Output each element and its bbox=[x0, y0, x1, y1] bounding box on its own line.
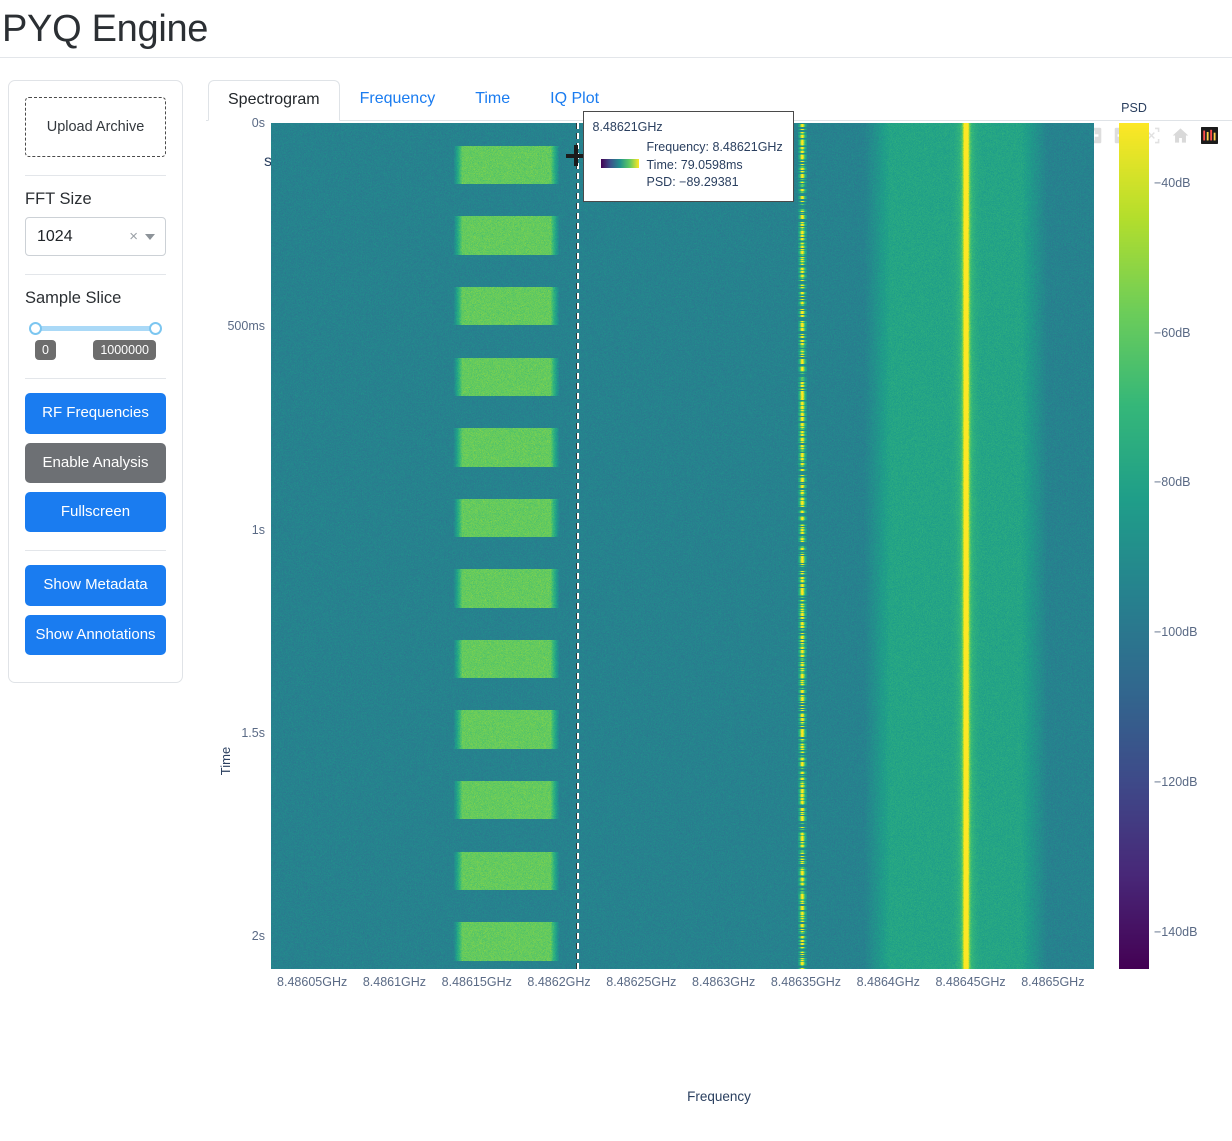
divider bbox=[25, 378, 166, 380]
chevron-down-icon[interactable] bbox=[145, 233, 155, 240]
spectrogram-canvas[interactable] bbox=[271, 123, 1094, 969]
x-axis-tick: 8.48645GHz bbox=[935, 975, 1006, 989]
y-axis-tick: 500ms bbox=[227, 319, 265, 334]
slider-min-value: 0 bbox=[35, 340, 56, 361]
x-axis-tick: 8.48605GHz bbox=[277, 975, 348, 989]
colorbar-tick: −40dB bbox=[1154, 175, 1191, 190]
spectrogram-plot: synthetic.sigmf Time Frequency 0s500ms1s… bbox=[206, 101, 1232, 1141]
app-title: PYQ Engine bbox=[2, 7, 209, 50]
colorbar-tick: −80dB bbox=[1154, 475, 1191, 490]
fullscreen-button[interactable]: Fullscreen bbox=[25, 491, 166, 533]
colorbar-tick: −140dB bbox=[1154, 924, 1198, 939]
colorbar-canvas bbox=[1119, 123, 1149, 969]
tooltip-frequency: Frequency: 8.48621GHz bbox=[646, 139, 783, 154]
colorscale-swatch-icon bbox=[600, 158, 639, 168]
y-axis-tick: 0s bbox=[251, 116, 265, 130]
tab-frequency[interactable]: Frequency bbox=[340, 79, 456, 120]
y-axis-title: Time bbox=[218, 746, 233, 776]
tab-time[interactable]: Time bbox=[455, 79, 530, 120]
divider bbox=[25, 550, 166, 552]
clear-icon[interactable]: × bbox=[122, 228, 145, 245]
slider-handle-min[interactable] bbox=[29, 321, 42, 335]
colorbar-tick: −100dB bbox=[1154, 625, 1198, 640]
tooltip-psd: PSD: −89.29381 bbox=[646, 175, 739, 190]
slider-handle-max[interactable] bbox=[149, 321, 162, 335]
upload-archive-label: Upload Archive bbox=[46, 119, 145, 135]
hover-tooltip: 8.48621GHz Frequency: 8.48621GHz Time: 7… bbox=[582, 111, 794, 203]
x-axis-tick: 8.4863GHz bbox=[692, 975, 756, 989]
rf-frequencies-button[interactable]: RF Frequencies bbox=[25, 393, 166, 434]
y-axis-tick: 1s bbox=[251, 522, 265, 537]
y-axis-tick: 2s bbox=[251, 929, 265, 944]
divider bbox=[25, 274, 166, 275]
tooltip-time: Time: 79.0598ms bbox=[646, 157, 743, 172]
sidebar-panel: Upload Archive FFT Size 1024 × Sample Sl… bbox=[8, 80, 183, 683]
reset-home-icon[interactable] bbox=[1172, 127, 1189, 144]
fft-size-select[interactable]: 1024 × bbox=[25, 217, 166, 256]
sample-slice-slider[interactable]: 0 1000000 bbox=[25, 316, 166, 361]
main-layout: Upload Archive FFT Size 1024 × Sample Sl… bbox=[0, 58, 1232, 1141]
y-axis-tick: 1.5s bbox=[241, 726, 265, 741]
upload-archive-dropzone[interactable]: Upload Archive bbox=[25, 97, 166, 157]
tooltip-header: 8.48621GHz bbox=[592, 120, 663, 135]
x-axis-tick: 8.48635GHz bbox=[770, 975, 842, 989]
x-axis-tick: 8.4861GHz bbox=[362, 975, 427, 989]
colorbar-title: PSD bbox=[1121, 101, 1147, 115]
slider-track[interactable] bbox=[29, 321, 162, 335]
x-axis-tick: 8.4865GHz bbox=[1021, 975, 1085, 989]
show-metadata-button[interactable]: Show Metadata bbox=[25, 565, 166, 606]
spectrogram-toggle-icon[interactable] bbox=[1201, 127, 1218, 144]
app-header: PYQ Engine bbox=[0, 0, 1232, 58]
show-annotations-button[interactable]: Show Annotations bbox=[25, 614, 166, 655]
x-axis-tick: 8.48625GHz bbox=[606, 975, 677, 989]
fft-size-label: FFT Size bbox=[25, 190, 92, 208]
main-panel: Spectrogram Frequency Time IQ Plot synth… bbox=[206, 80, 1232, 1141]
x-axis-title: Frequency bbox=[687, 1089, 751, 1104]
tooltip-lines: Frequency: 8.48621GHz Time: 79.0598ms PS… bbox=[647, 139, 783, 192]
colorbar-tick: −120dB bbox=[1154, 774, 1198, 789]
x-axis-tick: 8.48615GHz bbox=[441, 975, 512, 989]
enable-analysis-button[interactable]: Enable Analysis bbox=[25, 442, 166, 483]
slider-max-value: 1000000 bbox=[93, 340, 156, 361]
tab-spectrogram[interactable]: Spectrogram bbox=[208, 80, 340, 121]
colorbar-tick: −60dB bbox=[1154, 325, 1191, 340]
divider bbox=[25, 175, 166, 176]
x-axis-tick: 8.4862GHz bbox=[527, 975, 591, 989]
fft-size-value: 1024 bbox=[37, 227, 73, 245]
sample-slice-label: Sample Slice bbox=[25, 289, 122, 307]
x-axis-tick: 8.4864GHz bbox=[856, 975, 920, 989]
tooltip-body: Frequency: 8.48621GHz Time: 79.0598ms PS… bbox=[593, 139, 783, 192]
slider-values: 0 1000000 bbox=[35, 340, 156, 361]
